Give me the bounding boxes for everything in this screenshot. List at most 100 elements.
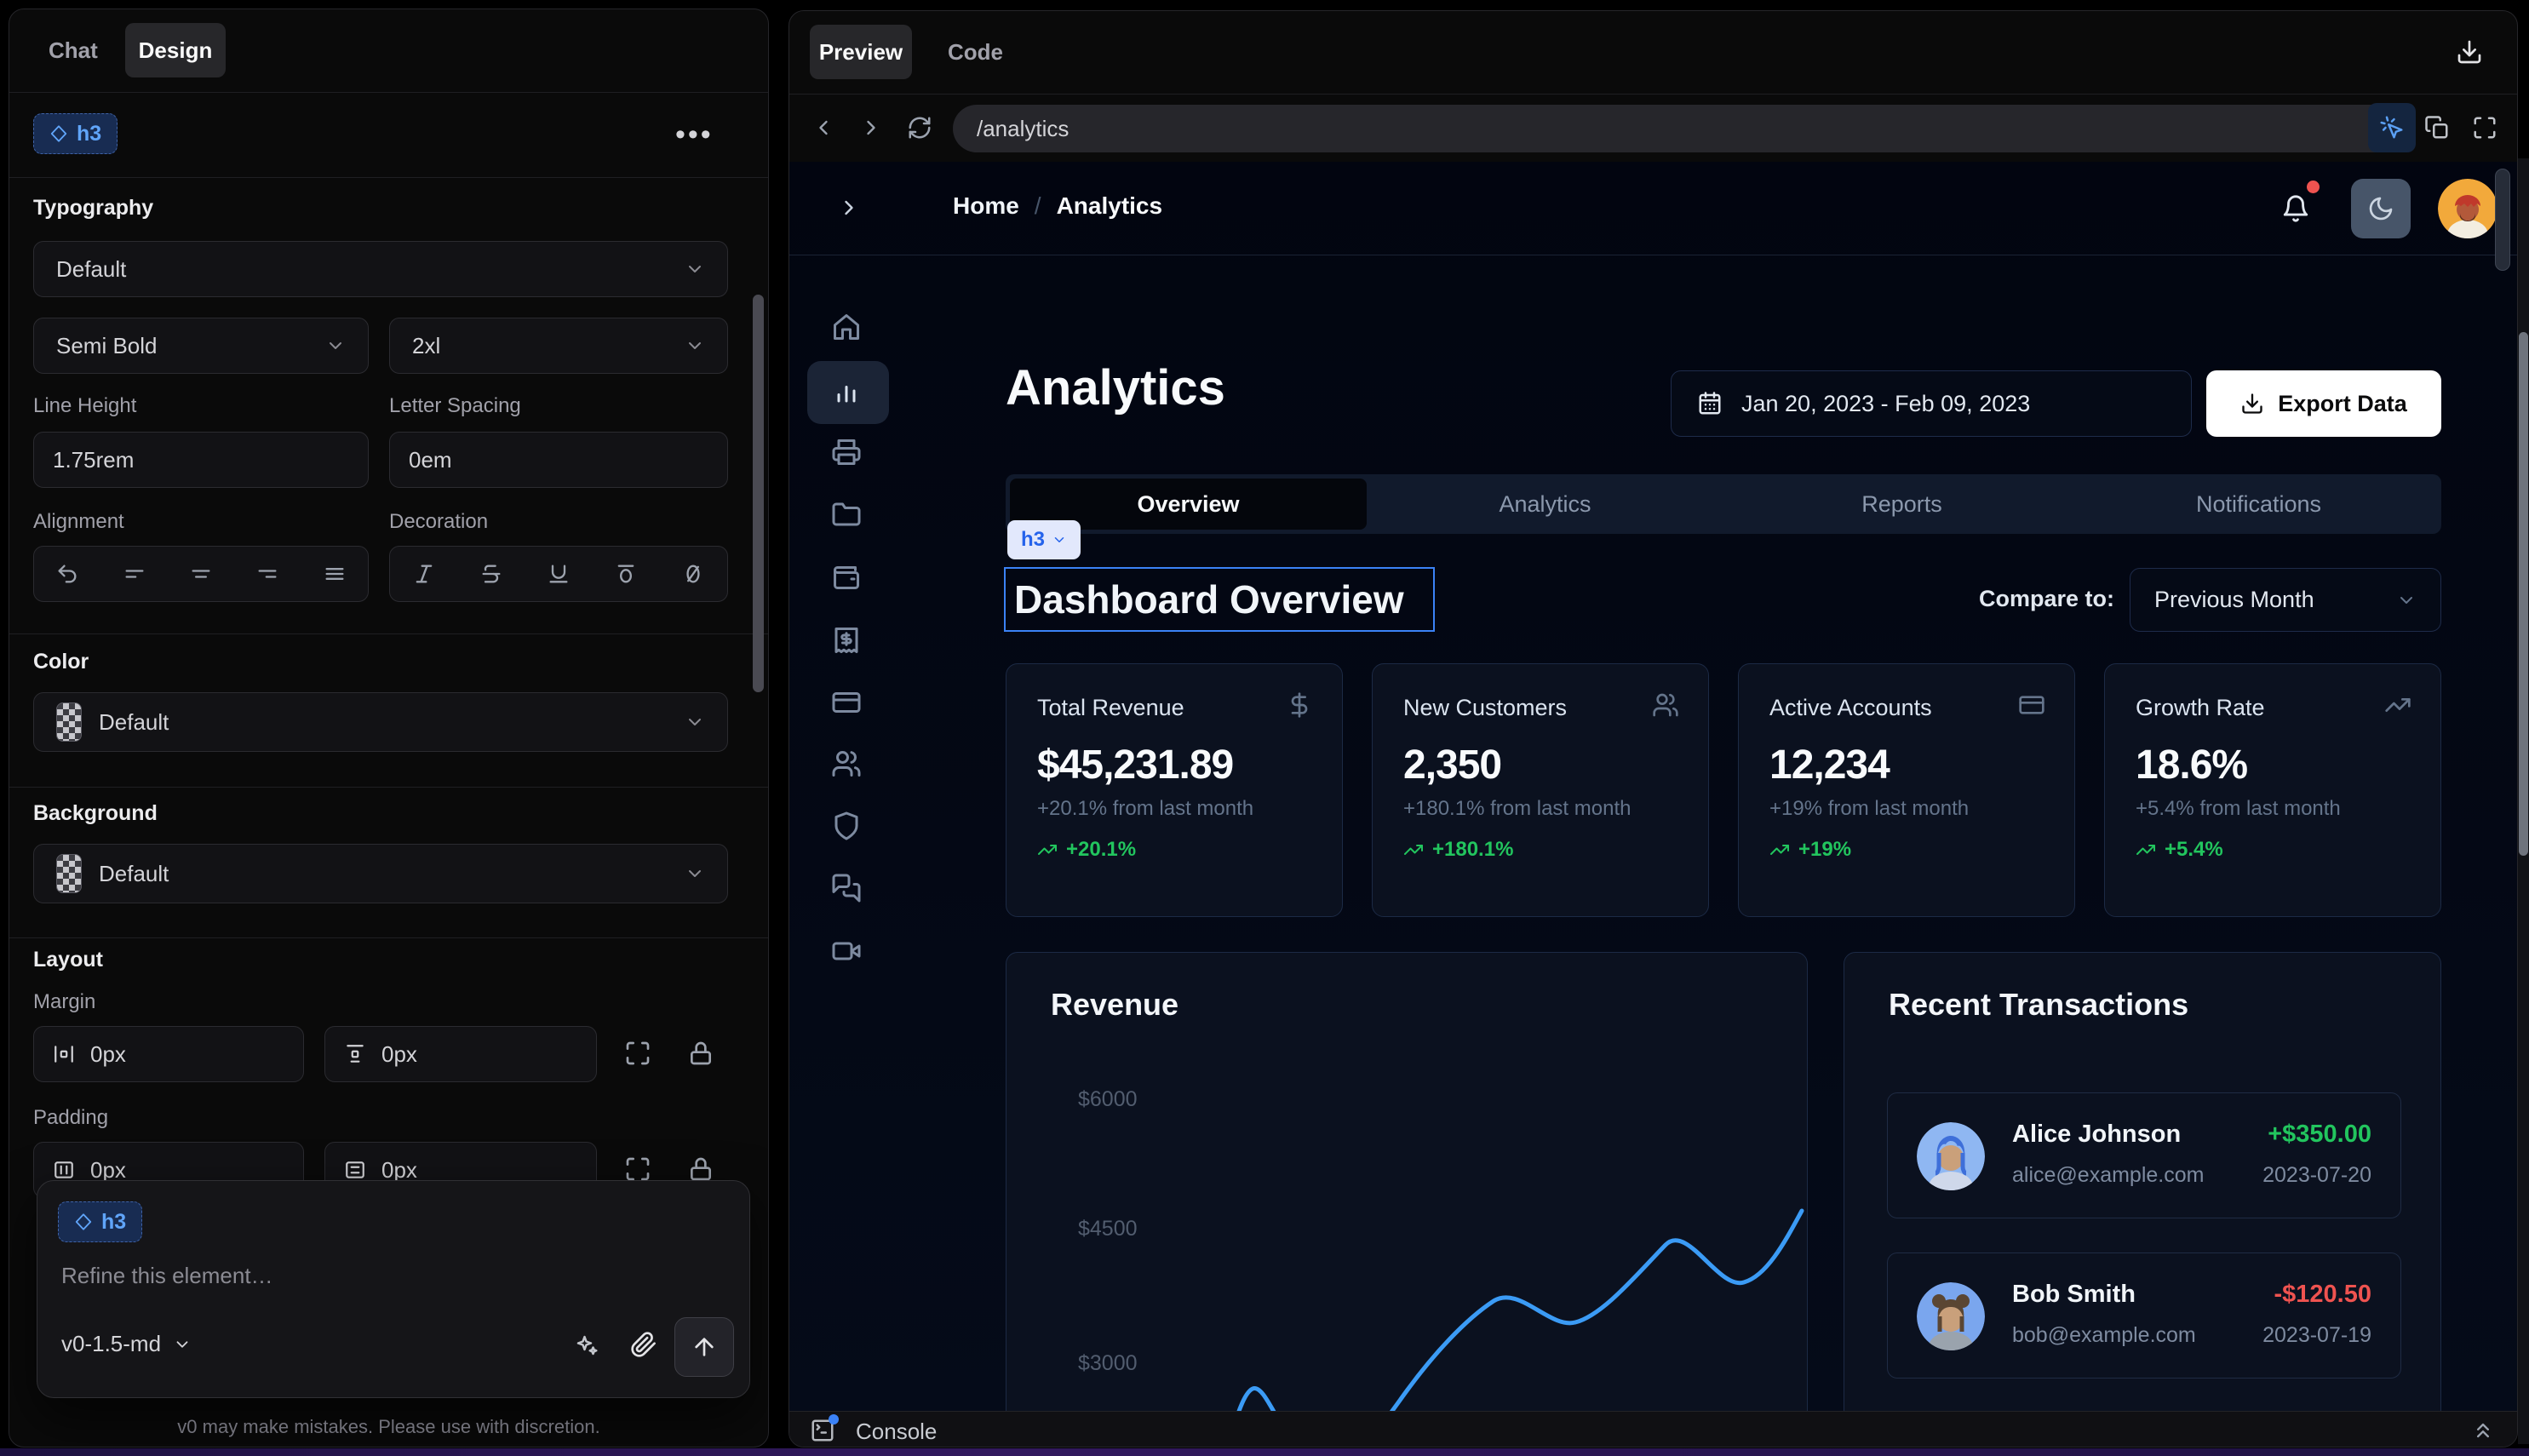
align-right-icon[interactable] — [255, 562, 279, 586]
breadcrumb-home[interactable]: Home — [953, 192, 1019, 220]
transaction-row[interactable]: Bob Smith bob@example.com -$120.50 2023-… — [1887, 1253, 2401, 1379]
sidebar-item-wallet[interactable] — [831, 561, 865, 595]
background-select[interactable]: Default — [33, 844, 728, 903]
page-title: Analytics — [1006, 359, 1225, 416]
calendar-icon — [1697, 391, 1723, 416]
avatar — [1917, 1282, 1985, 1350]
attach-file-icon[interactable] — [630, 1331, 657, 1358]
model-selector[interactable]: v0-1.5-md — [61, 1331, 192, 1357]
export-data-button[interactable]: Export Data — [2206, 370, 2441, 437]
download-icon[interactable] — [2456, 38, 2483, 66]
stat-card-active-accounts: Active Accounts 12,234 +19% from last mo… — [1738, 663, 2075, 917]
tab-code[interactable]: Code — [948, 39, 1003, 66]
stat-card-total-revenue: Total Revenue $45,231.89 +20.1% from las… — [1006, 663, 1343, 917]
breadcrumb-current: Analytics — [1057, 192, 1163, 220]
chevron-down-icon — [1052, 532, 1067, 547]
messages-icon — [831, 873, 862, 903]
expand-console-icon[interactable] — [2471, 1419, 2495, 1442]
align-justify-icon[interactable] — [323, 562, 347, 586]
slashed-zero-icon[interactable] — [681, 562, 705, 586]
refine-input[interactable]: Refine this element… — [61, 1263, 273, 1289]
transactions-title: Recent Transactions — [1889, 987, 2188, 1023]
console-bar[interactable]: Console — [789, 1411, 2517, 1447]
chevron-down-icon — [685, 712, 705, 732]
fullscreen-icon[interactable] — [2472, 115, 2497, 140]
selected-heading-outline[interactable]: Dashboard Overview — [1004, 567, 1435, 632]
trending-up-icon — [1769, 840, 1790, 860]
more-options-icon[interactable]: ••• — [675, 118, 714, 152]
selected-element-badge[interactable]: h3 — [33, 113, 118, 154]
underline-icon[interactable] — [547, 562, 571, 586]
element-tag-badge[interactable]: h3 — [1007, 520, 1081, 559]
layout-section-label: Layout — [33, 948, 103, 972]
sidebar-item-users[interactable] — [831, 748, 865, 782]
tab-design[interactable]: Design — [125, 23, 226, 77]
tab-chat[interactable]: Chat — [49, 37, 98, 64]
enhance-prompt-icon[interactable] — [574, 1333, 599, 1358]
date-range-picker[interactable]: Jan 20, 2023 - Feb 09, 2023 — [1671, 370, 2192, 437]
overline-icon[interactable] — [614, 562, 638, 586]
preview-scrollbar[interactable] — [2495, 169, 2510, 271]
window-scrollbar-thumb[interactable] — [2519, 332, 2528, 856]
sidebar-item-print[interactable] — [831, 437, 865, 471]
folder-icon — [831, 499, 862, 530]
refine-element-badge[interactable]: h3 — [58, 1201, 142, 1242]
sidebar-item-home[interactable] — [831, 312, 865, 346]
chevron-down-icon — [325, 335, 346, 356]
typography-section-label: Typography — [33, 196, 153, 221]
back-icon[interactable] — [811, 116, 835, 140]
sidebar-item-files[interactable] — [831, 499, 865, 533]
sidebar-item-security[interactable] — [831, 811, 865, 845]
align-left-icon[interactable] — [123, 562, 146, 586]
chevron-down-icon — [685, 863, 705, 884]
strikethrough-icon[interactable] — [479, 562, 503, 586]
padding-label: Padding — [33, 1106, 108, 1130]
margin-x-input[interactable]: 0px — [33, 1026, 304, 1082]
margin-lock-icon[interactable] — [687, 1040, 714, 1067]
receipt-icon — [831, 625, 862, 656]
forward-icon[interactable] — [859, 116, 883, 140]
avatar[interactable] — [2438, 179, 2497, 238]
dark-mode-toggle[interactable] — [2351, 179, 2411, 238]
tab-analytics[interactable]: Analytics — [1367, 479, 1723, 530]
align-center-icon[interactable] — [189, 562, 213, 586]
console-badge-dot — [829, 1414, 839, 1424]
tab-preview[interactable]: Preview — [810, 25, 912, 79]
submit-prompt-button[interactable] — [674, 1317, 734, 1377]
color-select[interactable]: Default — [33, 692, 728, 752]
sidebar-item-messages[interactable] — [831, 873, 865, 907]
download-icon — [2240, 392, 2264, 416]
refresh-icon[interactable] — [907, 115, 932, 140]
address-bar[interactable]: /analytics — [953, 105, 2400, 152]
sidebar-item-analytics[interactable] — [831, 375, 865, 410]
margin-expand-icon[interactable] — [624, 1040, 651, 1067]
notifications-bell-icon[interactable] — [2281, 194, 2310, 223]
tab-notifications[interactable]: Notifications — [2080, 479, 2437, 530]
inspect-cursor-icon[interactable] — [2368, 103, 2416, 152]
dashboard-tabs: Overview Analytics Reports Notifications — [1006, 474, 2441, 534]
font-weight-select[interactable]: Semi Bold — [33, 318, 369, 374]
home-icon — [831, 312, 862, 342]
disclaimer-text: v0 may make mistakes. Please use with di… — [9, 1416, 768, 1438]
font-select[interactable]: Default — [33, 241, 728, 297]
transaction-row[interactable]: Alice Johnson alice@example.com +$350.00… — [1887, 1092, 2401, 1218]
copy-window-icon[interactable] — [2424, 115, 2450, 140]
letter-spacing-input[interactable]: 0em — [389, 432, 728, 488]
sidebar-item-cards[interactable] — [831, 687, 865, 721]
left-panel-scrollbar[interactable] — [753, 295, 764, 692]
tab-reports[interactable]: Reports — [1723, 479, 2080, 530]
sidebar-toggle-icon[interactable] — [837, 196, 861, 220]
padding-lock-icon[interactable] — [687, 1155, 714, 1183]
margin-y-input[interactable]: 0px — [324, 1026, 597, 1082]
undo-icon[interactable] — [55, 562, 79, 586]
compare-select[interactable]: Previous Month — [2130, 568, 2441, 632]
sidebar-item-receipts[interactable] — [831, 625, 865, 659]
line-height-input[interactable]: 1.75rem — [33, 432, 369, 488]
preview-panel: Preview Code /analytics Home / A — [789, 10, 2518, 1447]
sidebar-item-video[interactable] — [831, 936, 865, 970]
line-height-label: Line Height — [33, 394, 136, 418]
padding-expand-icon[interactable] — [624, 1155, 651, 1183]
letter-spacing-label: Letter Spacing — [389, 394, 521, 418]
font-size-select[interactable]: 2xl — [389, 318, 728, 374]
italic-icon[interactable] — [412, 562, 436, 586]
